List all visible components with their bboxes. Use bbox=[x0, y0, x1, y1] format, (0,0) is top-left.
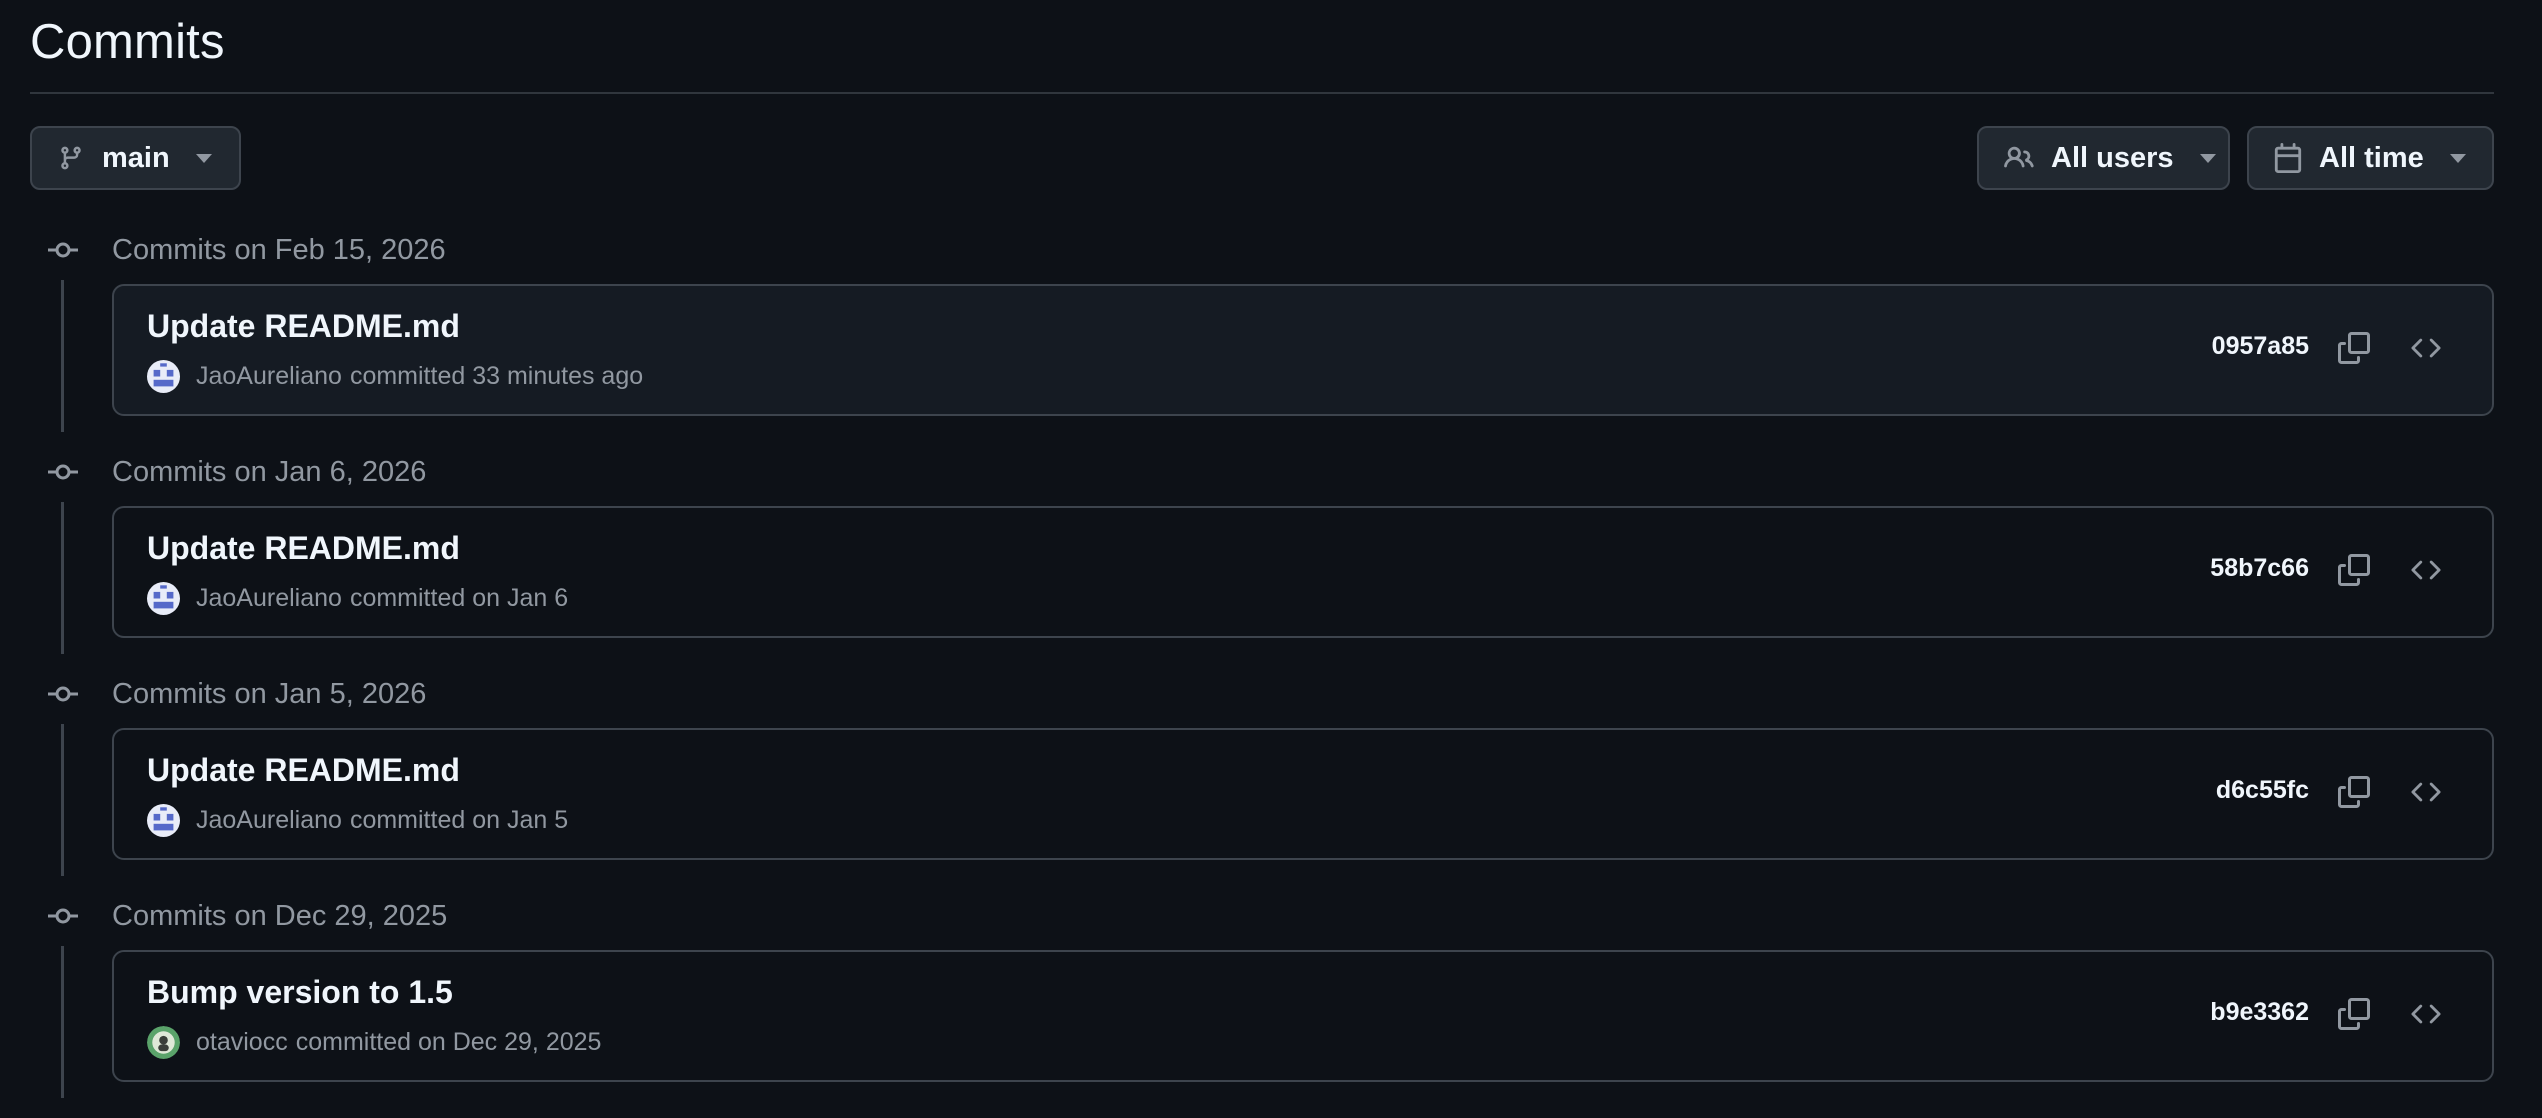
commit-sha-link[interactable]: b9e3362 bbox=[2210, 998, 2309, 1027]
timeline-line bbox=[61, 280, 64, 432]
browse-files-button[interactable] bbox=[2406, 774, 2446, 814]
commit-row[interactable]: Update README.md JaoAureliano committed … bbox=[112, 506, 2494, 638]
commit-message-link[interactable]: Update README.md bbox=[147, 752, 460, 789]
commit-message-link[interactable]: Bump version to 1.5 bbox=[147, 974, 453, 1011]
commit-author-link[interactable]: otaviocc bbox=[196, 1028, 288, 1057]
commits-toolbar: main All users All time bbox=[30, 126, 2494, 190]
commit-timeline: Commits on Feb 15, 2026 Update README.md… bbox=[30, 230, 2494, 1118]
branch-selector-button[interactable]: main bbox=[30, 126, 241, 190]
copy-sha-button[interactable] bbox=[2334, 330, 2374, 370]
commit-row[interactable]: Update README.md JaoAureliano committed … bbox=[112, 284, 2494, 416]
copy-icon bbox=[2338, 775, 2370, 813]
git-branch-icon bbox=[58, 143, 84, 173]
commit-meta: JaoAureliano committed 33 minutes ago bbox=[147, 360, 643, 393]
commit-group-title: Commits on Jan 6, 2026 bbox=[112, 456, 427, 488]
code-icon bbox=[2409, 999, 2443, 1034]
commit-group-title: Commits on Dec 29, 2025 bbox=[112, 900, 448, 932]
title-divider bbox=[30, 92, 2494, 94]
chevron-down-icon bbox=[2449, 153, 2466, 163]
browse-files-button[interactable] bbox=[2406, 330, 2446, 370]
commit-group: Commits on Dec 29, 2025 Bump version to … bbox=[30, 896, 2494, 1118]
timeline-line bbox=[61, 724, 64, 876]
commit-group-title: Commits on Jan 5, 2026 bbox=[112, 678, 427, 710]
commit-time: committed 33 minutes ago bbox=[349, 362, 644, 390]
time-filter-label: All time bbox=[2319, 141, 2424, 174]
timeline-line bbox=[61, 946, 64, 1098]
timeline-line bbox=[61, 502, 64, 654]
git-commit-icon bbox=[48, 461, 78, 488]
copy-icon bbox=[2338, 331, 2370, 369]
commit-group-title: Commits on Feb 15, 2026 bbox=[112, 234, 446, 266]
avatar[interactable] bbox=[147, 360, 180, 393]
commit-author-link[interactable]: JaoAureliano bbox=[196, 806, 342, 835]
commit-time: committed on Jan 6 bbox=[349, 584, 569, 612]
copy-sha-button[interactable] bbox=[2334, 996, 2374, 1036]
browse-files-button[interactable] bbox=[2406, 552, 2446, 592]
commit-message-link[interactable]: Update README.md bbox=[147, 308, 460, 345]
git-commit-icon bbox=[48, 239, 78, 266]
commit-meta: otaviocc committed on Dec 29, 2025 bbox=[147, 1026, 601, 1059]
avatar[interactable] bbox=[147, 1026, 180, 1059]
chevron-down-icon bbox=[195, 153, 212, 163]
time-filter-button[interactable]: All time bbox=[2247, 126, 2494, 190]
calendar-icon bbox=[2273, 142, 2303, 174]
chevron-down-icon bbox=[2199, 153, 2216, 163]
commit-meta: JaoAureliano committed on Jan 5 bbox=[147, 804, 568, 837]
commit-meta: JaoAureliano committed on Jan 6 bbox=[147, 582, 568, 615]
users-filter-label: All users bbox=[2051, 141, 2174, 174]
avatar[interactable] bbox=[147, 804, 180, 837]
commits-page: Commits main All users All time Commits … bbox=[30, 0, 2494, 1118]
commit-message-link[interactable]: Update README.md bbox=[147, 530, 460, 567]
browse-files-button[interactable] bbox=[2406, 996, 2446, 1036]
commit-row[interactable]: Update README.md JaoAureliano committed … bbox=[112, 728, 2494, 860]
people-icon bbox=[2003, 143, 2035, 173]
commit-group: Commits on Feb 15, 2026 Update README.md… bbox=[30, 230, 2494, 452]
commit-time: committed on Dec 29, 2025 bbox=[295, 1028, 602, 1056]
commit-author-link[interactable]: JaoAureliano bbox=[196, 362, 342, 391]
avatar[interactable] bbox=[147, 582, 180, 615]
page-title: Commits bbox=[30, 15, 225, 69]
git-commit-icon bbox=[48, 683, 78, 710]
commit-row[interactable]: Bump version to 1.5 otaviocc committed o… bbox=[112, 950, 2494, 1082]
copy-icon bbox=[2338, 997, 2370, 1035]
code-icon bbox=[2409, 555, 2443, 590]
commit-sha-link[interactable]: 0957a85 bbox=[2212, 332, 2309, 361]
users-filter-button[interactable]: All users bbox=[1977, 126, 2230, 190]
commit-sha-link[interactable]: d6c55fc bbox=[2216, 776, 2309, 805]
copy-icon bbox=[2338, 553, 2370, 591]
copy-sha-button[interactable] bbox=[2334, 552, 2374, 592]
commit-group: Commits on Jan 6, 2026 Update README.md … bbox=[30, 452, 2494, 674]
commit-author-link[interactable]: JaoAureliano bbox=[196, 584, 342, 613]
copy-sha-button[interactable] bbox=[2334, 774, 2374, 814]
git-commit-icon bbox=[48, 905, 78, 932]
commit-sha-link[interactable]: 58b7c66 bbox=[2210, 554, 2309, 583]
branch-label: main bbox=[102, 141, 170, 174]
commit-group: Commits on Jan 5, 2026 Update README.md … bbox=[30, 674, 2494, 896]
code-icon bbox=[2409, 333, 2443, 368]
commit-time: committed on Jan 5 bbox=[349, 806, 569, 834]
code-icon bbox=[2409, 777, 2443, 812]
